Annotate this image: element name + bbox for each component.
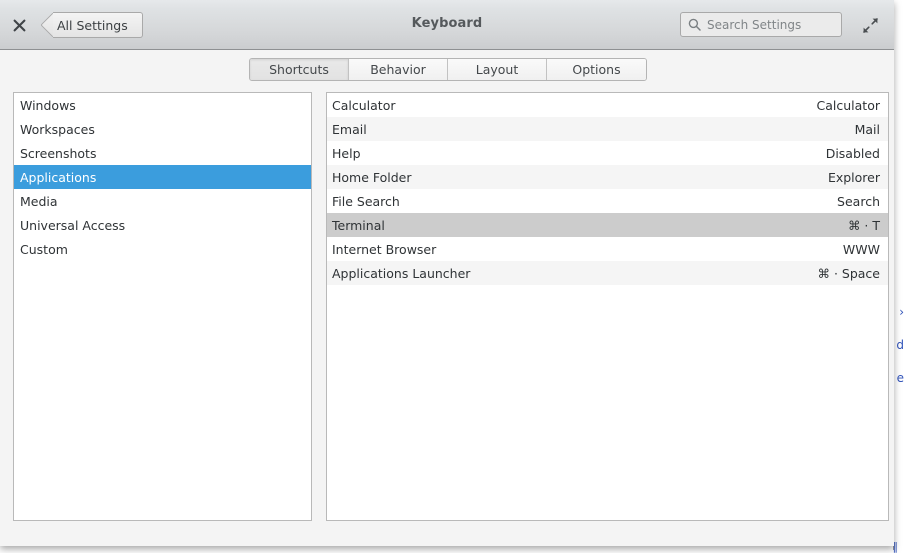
shortcut-row[interactable]: Applications Launcher ⌘ · Space [327, 261, 888, 285]
tab-behavior[interactable]: Behavior [349, 59, 448, 80]
shortcut-action: File Search [332, 193, 400, 209]
shortcut-binding[interactable]: Disabled [826, 146, 880, 161]
search-icon [688, 18, 701, 31]
shortcut-row[interactable]: File Search Search [327, 189, 888, 213]
shortcut-action: Home Folder [332, 169, 412, 185]
shortcut-row[interactable]: Terminal ⌘ · T [327, 213, 888, 237]
search-input[interactable] [707, 17, 834, 32]
category-row[interactable]: Windows [14, 93, 311, 117]
shortcut-binding[interactable]: Explorer [828, 170, 880, 185]
category-row[interactable]: Screenshots [14, 141, 311, 165]
shortcut-binding[interactable]: WWW [843, 242, 880, 257]
shortcut-binding[interactable]: ⌘ · Space [817, 266, 880, 281]
shortcut-binding[interactable]: Calculator [817, 98, 880, 113]
shortcut-row[interactable]: Internet Browser WWW [327, 237, 888, 261]
shortcut-categories-list[interactable]: Windows Workspaces Screenshots Applications… [13, 92, 312, 521]
shortcut-action: Terminal [332, 217, 385, 233]
settings-tabbar: Shortcuts Behavior Layout Options [249, 58, 647, 81]
shortcut-binding[interactable]: Search [837, 194, 880, 209]
background-window-fragment: d [896, 338, 904, 352]
shortcut-row[interactable]: Calculator Calculator [327, 93, 888, 117]
shortcut-binding[interactable]: Mail [855, 122, 880, 137]
category-row[interactable]: Media [14, 189, 311, 213]
shortcut-action: Applications Launcher [332, 265, 471, 281]
shortcut-row[interactable]: Home Folder Explorer [327, 165, 888, 189]
shortcut-action: Calculator [332, 97, 396, 113]
category-row[interactable]: Universal Access [14, 213, 311, 237]
expand-icon[interactable] [858, 13, 882, 37]
background-window-fragment: › [899, 305, 904, 319]
shortcut-action: Help [332, 145, 361, 161]
shortcuts-list[interactable]: Calculator Calculator Email Mail Help Disable… [326, 92, 889, 521]
shortcut-binding[interactable]: ⌘ · T [848, 218, 880, 233]
category-row[interactable]: Workspaces [14, 117, 311, 141]
tab-layout[interactable]: Layout [448, 59, 547, 80]
window-header: All Settings Keyboard [0, 0, 894, 50]
category-row[interactable]: Custom [14, 237, 311, 261]
category-row[interactable]: Applications [14, 165, 311, 189]
shortcut-action: Internet Browser [332, 241, 437, 257]
search-settings-box[interactable] [680, 12, 842, 37]
shortcut-row[interactable]: Help Disabled [327, 141, 888, 165]
shortcut-row[interactable]: Email Mail [327, 117, 888, 141]
tab-options[interactable]: Options [547, 59, 646, 80]
shortcut-action: Email [332, 121, 367, 137]
tab-shortcuts[interactable]: Shortcuts [250, 59, 349, 80]
keyboard-settings-window: All Settings Keyboard ShortcutsBehaviorL… [0, 0, 894, 546]
background-window-fragment: e [896, 371, 904, 385]
